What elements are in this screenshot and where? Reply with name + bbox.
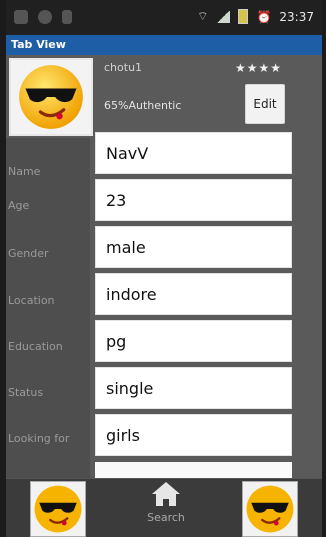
tab-search[interactable]: Search [136,479,196,537]
signal-icon [216,10,231,23]
labels-column [6,138,90,478]
looking-for-field[interactable]: girls [95,414,292,456]
bottom-tab-bar: Search [6,478,322,537]
name-field[interactable]: NavV [95,132,292,174]
emoji-sunglasses-icon [19,65,83,129]
partial-field [95,462,292,478]
location-field[interactable]: indore [95,273,292,315]
mail-icon [14,10,28,24]
tab-search-label: Search [147,511,185,524]
label-status: Status [8,386,44,399]
label-age: Age [8,199,30,212]
rating-stars: ★★★★ [234,61,282,75]
education-field[interactable]: pg [95,320,292,362]
emoji-sunglasses-icon [34,485,82,533]
label-gender: Gender [8,247,49,260]
battery-icon [238,9,249,24]
wifi-icon: ⌔ [197,9,209,23]
sync-icon [38,10,52,24]
alarm-icon: ⏰ [256,9,272,24]
emoji-sunglasses-icon [246,485,294,533]
status-field[interactable]: single [95,367,292,409]
authenticity-text: 65%Authentic [104,99,182,112]
label-looking-for: Looking for [8,432,70,445]
profile-avatar[interactable] [9,58,93,136]
gender-field[interactable]: male [95,226,292,268]
edit-button[interactable]: Edit [245,84,285,124]
app-title: Tab View [6,35,322,55]
label-name: Name [8,165,41,178]
label-location: Location [8,294,55,307]
status-bar: ⌔ ⏰ 23:37 [6,0,322,35]
age-field[interactable]: 23 [95,179,292,221]
tab-other[interactable] [242,481,298,537]
usb-icon [62,10,72,24]
profile-username: chotu1 [104,61,143,74]
tab-profile[interactable] [30,481,86,537]
home-icon [152,482,180,506]
status-time: 23:37 [279,9,314,24]
label-education: Education [8,340,63,353]
phone-screen: ⌔ ⏰ 23:37 Tab View chotu1 ★★★★ 65%Authen… [6,0,322,537]
